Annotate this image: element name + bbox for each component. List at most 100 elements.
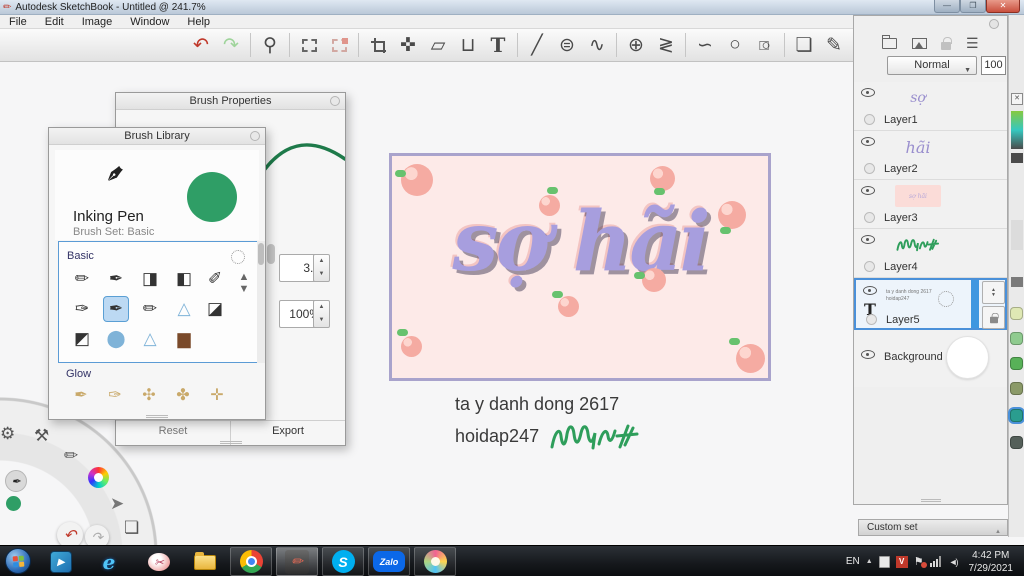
menu-help[interactable]: Help (178, 16, 219, 28)
brush-item[interactable]: ⬤ (103, 326, 129, 352)
brush-item-selected[interactable]: ✒ (103, 296, 129, 322)
taskbar-chrome-button[interactable] (230, 547, 272, 576)
stepper-down-icon[interactable]: ▼ (314, 314, 329, 327)
redo-icon[interactable]: ↷ (216, 32, 246, 58)
brush-item[interactable]: ✛ (204, 382, 230, 408)
restore-button[interactable]: ❐ (960, 0, 986, 13)
brush-library-panel[interactable]: Brush Library ✒ Inking Pen Brush Set: Ba… (48, 127, 266, 420)
stepper-up-icon[interactable]: ▲ (314, 255, 329, 268)
brush-item[interactable]: △ (171, 296, 197, 322)
blend-mode-dropdown[interactable]: Normal ▼ (887, 56, 977, 75)
background-layer-row[interactable]: Background (854, 330, 1007, 387)
scrollbar-thumb[interactable] (267, 244, 275, 264)
eye-icon[interactable] (861, 88, 875, 97)
custom-set-bar[interactable]: Custom set ▲ (858, 519, 1008, 536)
panel-menu-icon[interactable]: ☰ (966, 35, 979, 52)
layers-icon[interactable]: ❏ (124, 518, 139, 538)
brush-item[interactable]: ✑ (69, 296, 95, 322)
color-chip[interactable] (1010, 436, 1023, 449)
layer-unlock-control[interactable] (982, 306, 1005, 329)
pen-nib-button[interactable]: ✒ (5, 470, 27, 492)
panel-close-icon[interactable] (330, 96, 340, 106)
taskbar-snipping-tool-icon[interactable]: ✂ (146, 549, 172, 575)
layer-row[interactable]: hãi Layer2 (854, 131, 1007, 180)
gradient-swatch[interactable] (1011, 111, 1023, 149)
brush-item[interactable]: ✐ (202, 266, 228, 292)
eye-icon[interactable] (861, 186, 875, 195)
brush-item[interactable]: ◪ (202, 296, 228, 322)
close-button[interactable]: ✕ (986, 0, 1020, 13)
image-icon[interactable] (911, 37, 927, 49)
color-chip-selected[interactable] (1010, 409, 1023, 422)
cursor-icon[interactable]: ➤ (110, 494, 124, 514)
menu-file[interactable]: File (0, 16, 36, 28)
brush-item[interactable]: ◧ (171, 266, 197, 292)
brush-item[interactable]: ✒ (68, 382, 94, 408)
tools-icon[interactable]: ⚒ (34, 426, 49, 446)
perspective-tool-icon[interactable]: ⊕ (621, 32, 651, 58)
canvas-artwork[interactable]: sợ hãi (389, 153, 771, 381)
taskbar-explorer-icon[interactable] (192, 549, 218, 575)
brush-item[interactable]: ◨ (137, 266, 163, 292)
taskbar-media-player-icon[interactable]: ▶ (48, 549, 74, 575)
brush-item[interactable]: ✤ (170, 382, 196, 408)
brush-palette-icon[interactable]: ✎ (819, 32, 849, 58)
brush-item[interactable]: ▆ (171, 326, 197, 352)
steady-stroke-icon[interactable]: ∽ (690, 32, 720, 58)
color-chip[interactable] (1010, 382, 1023, 395)
tray-clipboard-icon[interactable] (878, 555, 890, 568)
lock-icon[interactable] (941, 36, 952, 50)
color-swatch[interactable] (1011, 220, 1023, 250)
undo-icon[interactable]: ↶ (186, 32, 216, 58)
stepper-up-icon[interactable]: ▲ (314, 301, 329, 314)
language-indicator[interactable]: EN (846, 556, 860, 567)
folder-icon[interactable] (882, 34, 898, 49)
brush-size-stepper[interactable]: ▲ ▼ (313, 254, 330, 282)
layer-opacity-field[interactable]: 100 (981, 56, 1006, 75)
eye-icon[interactable] (861, 137, 875, 146)
panel-close-icon[interactable] (250, 131, 260, 141)
slider-control-icon[interactable]: ▲ ▼ (231, 270, 257, 296)
brush-opacity-stepper[interactable]: ▲ ▼ (313, 300, 330, 328)
brush-item[interactable]: ✏ (69, 266, 95, 292)
title-bar[interactable]: ✏ Autodesk SketchBook - Untitled @ 241.7… (0, 0, 1024, 15)
resize-grip[interactable] (146, 415, 168, 418)
gear-icon[interactable]: ⚙ (0, 424, 15, 444)
text-tool-icon[interactable]: T (483, 32, 513, 58)
layer-lock-circle[interactable] (864, 212, 875, 223)
panel-close-icon[interactable] (989, 19, 999, 29)
layer-lock-circle[interactable] (864, 114, 875, 125)
fill-tool-icon[interactable]: ⊔ (453, 32, 483, 58)
layer-row-selected[interactable]: T ta y danh dong 2617 hoidap247 Layer5 ▲… (854, 278, 1007, 330)
ruler-tool-icon[interactable]: ╱ (522, 32, 552, 58)
color-wheel-icon[interactable] (88, 467, 109, 488)
layer-row[interactable]: Layer4 (854, 229, 1007, 278)
selection-tool-icon[interactable] (294, 32, 324, 58)
layer-lock-circle[interactable] (864, 261, 875, 272)
shapes-tool-icon[interactable]: □○ (750, 32, 780, 58)
color-swatch[interactable] (1011, 153, 1023, 163)
deselect-tool-icon[interactable] (324, 32, 354, 58)
layer-row[interactable]: sợ Layer1 (854, 82, 1007, 131)
brush-color-swatch[interactable] (187, 172, 237, 222)
color-chip[interactable] (1010, 332, 1023, 345)
clock[interactable]: 4:42 PM 7/29/2021 (963, 549, 1020, 575)
resize-grip[interactable] (920, 499, 941, 502)
color-swatch[interactable] (1011, 277, 1023, 287)
brush-icon[interactable]: ✏ (64, 446, 78, 466)
eye-icon[interactable] (861, 235, 875, 244)
brush-item[interactable]: ✑ (102, 382, 128, 408)
brush-item[interactable]: ✣ (136, 382, 162, 408)
layer-row[interactable]: sợ hãi Layer3 (854, 180, 1007, 229)
menu-edit[interactable]: Edit (36, 16, 73, 28)
eye-icon[interactable] (863, 286, 877, 295)
brush-grid-scrollbar[interactable] (257, 241, 265, 363)
layer-lock-circle[interactable] (864, 163, 875, 174)
network-icon[interactable] (929, 556, 943, 567)
eye-icon[interactable] (861, 350, 875, 359)
current-color-dot[interactable] (6, 496, 21, 511)
close-icon[interactable]: ✕ (1011, 93, 1023, 105)
minimize-button[interactable]: — (934, 0, 960, 13)
color-chip[interactable] (1010, 357, 1023, 370)
menu-image[interactable]: Image (73, 16, 122, 28)
